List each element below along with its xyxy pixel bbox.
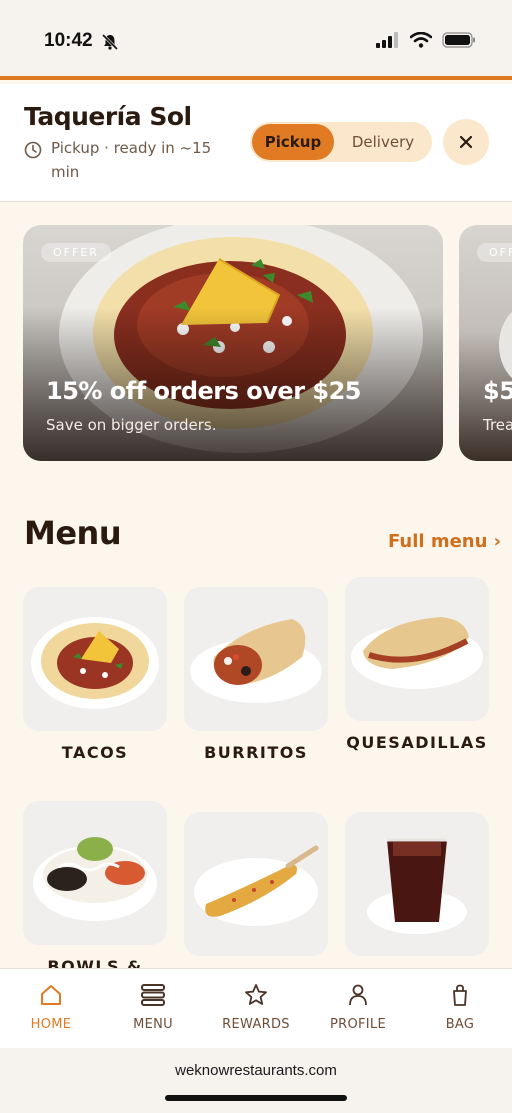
category-tile-bowls[interactable]: BOWLS & [23, 801, 167, 977]
battery-icon [442, 32, 475, 48]
star-icon [245, 984, 267, 1005]
cellular-signal-icon [376, 32, 398, 48]
offer-subtitle: Trea [483, 416, 512, 434]
category-image [345, 577, 489, 721]
home-indicator[interactable] [165, 1095, 347, 1101]
order-mode-toggle: Pickup Delivery [250, 122, 432, 162]
drink-photo [367, 838, 467, 934]
bowl-photo [33, 837, 157, 921]
status-bar: 10:42 [0, 0, 512, 80]
quesadilla-photo [351, 617, 483, 689]
delivery-mode-button[interactable]: Delivery [338, 124, 428, 160]
offer-subtitle: Save on bigger orders. [46, 416, 217, 434]
tab-label: MENU [133, 1017, 173, 1032]
offer-card[interactable]: OFFER 15% off orders over $25 Save on bi… [23, 225, 443, 461]
category-tile-burritos[interactable]: BURRITOS [184, 587, 328, 763]
person-icon [349, 984, 367, 1006]
url-text[interactable]: weknowrestaurants.com [0, 1062, 512, 1079]
bag-icon [453, 984, 467, 1006]
wifi-icon [410, 32, 432, 48]
offer-title: $5 [483, 377, 512, 405]
category-image [23, 587, 167, 731]
tab-label: HOME [30, 1017, 72, 1032]
offer-badge: OFFER [477, 243, 512, 262]
restaurant-name: Taquería Sol [24, 102, 192, 131]
menu-heading: Menu [24, 514, 122, 552]
menu-icon [141, 984, 165, 1006]
taco-photo [31, 617, 159, 709]
clock-icon [24, 141, 42, 159]
category-label: BURRITOS [204, 743, 308, 762]
elote-photo [194, 845, 319, 926]
pickup-status: Pickup · ready in ~15 min [24, 136, 224, 184]
offer-card[interactable]: OFFER $5 Trea [459, 225, 512, 461]
category-tile-tacos[interactable]: TACOS [23, 587, 167, 763]
tab-label: PROFILE [330, 1017, 386, 1032]
burrito-photo [190, 619, 322, 703]
pickup-mode-button[interactable]: Pickup [252, 124, 334, 160]
tab-profile[interactable]: PROFILE [313, 983, 403, 1032]
category-image [345, 812, 489, 956]
bell-muted-icon [101, 33, 119, 51]
pickup-status-text: Pickup · ready in ~15 min [51, 139, 212, 181]
tab-menu[interactable]: MENU [108, 983, 198, 1032]
restaurant-header: Taquería Sol Pickup · ready in ~15 min P… [0, 84, 512, 202]
tab-bag[interactable]: BAG [415, 983, 505, 1032]
category-label: QUESADILLAS [346, 733, 488, 752]
category-tile-drinks[interactable] [345, 812, 489, 968]
category-image [23, 801, 167, 945]
tab-rewards[interactable]: REWARDS [211, 983, 301, 1032]
tab-label: REWARDS [222, 1017, 290, 1032]
category-tile-sides[interactable] [184, 812, 328, 968]
tab-home[interactable]: HOME [6, 983, 96, 1032]
offer-badge: OFFER [41, 243, 111, 262]
home-icon [41, 985, 61, 1005]
category-image [184, 812, 328, 956]
category-label: TACOS [61, 743, 129, 762]
browser-url-bar: weknowrestaurants.com [0, 1048, 512, 1113]
close-icon [459, 135, 473, 149]
category-tile-quesadillas[interactable]: QUESADILLAS [345, 577, 489, 753]
full-menu-link[interactable]: Full menu › [388, 531, 501, 552]
category-image [184, 587, 328, 731]
status-time: 10:42 [44, 30, 93, 51]
close-button[interactable] [443, 119, 489, 165]
bottom-tab-bar: HOME MENU REWARDS PROFILE BAG [0, 968, 512, 1048]
offer-title: 15% off orders over $25 [46, 377, 361, 405]
status-icons [376, 32, 476, 48]
tab-label: BAG [445, 1017, 475, 1032]
